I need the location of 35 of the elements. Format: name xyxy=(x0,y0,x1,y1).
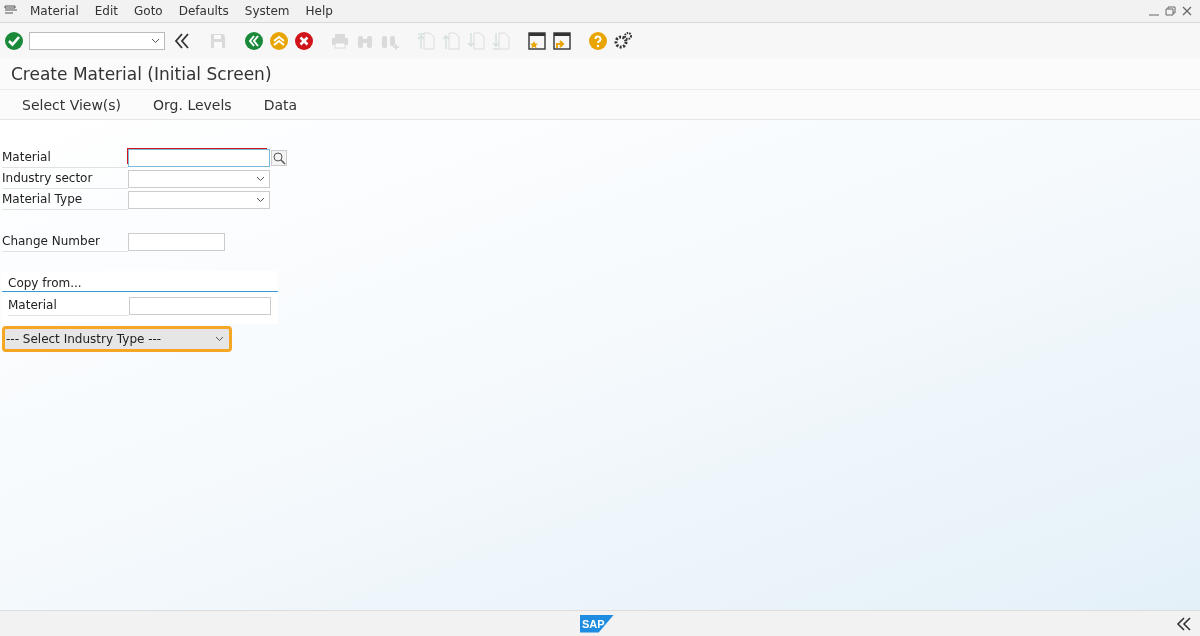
double-chevron-icon[interactable] xyxy=(172,31,192,51)
input-field[interactable] xyxy=(128,232,225,251)
chevron-down-icon xyxy=(256,175,265,182)
toolbar-button[interactable]: Org. Levels xyxy=(141,96,244,113)
menu-item[interactable]: System xyxy=(236,4,298,18)
dropdown-field[interactable] xyxy=(128,190,270,209)
group-title: Copy from... xyxy=(2,275,278,292)
toolbar-button[interactable]: Data xyxy=(251,96,310,113)
input-field[interactable] xyxy=(128,148,270,167)
checkmark-icon[interactable] xyxy=(4,31,24,51)
command-field[interactable] xyxy=(29,32,165,50)
close-icon[interactable] xyxy=(1182,6,1192,16)
up-chevron-icon[interactable] xyxy=(269,31,289,51)
industry-dropdown[interactable]: --- Select Industry Type --- xyxy=(2,326,232,352)
dropdown-field[interactable] xyxy=(128,169,270,188)
toolbar-button[interactable]: Select View(s) xyxy=(10,96,134,113)
chevron-down-icon xyxy=(151,38,160,44)
screen-title: Create Material (Initial Screen) xyxy=(11,64,272,84)
input-field[interactable] xyxy=(129,296,271,315)
menu-item[interactable]: Goto xyxy=(126,4,171,18)
menu-item[interactable]: Edit xyxy=(86,4,126,18)
double-chevron-icon[interactable] xyxy=(1176,616,1192,631)
menu-item[interactable]: Defaults xyxy=(170,4,237,18)
search-icon[interactable] xyxy=(271,149,287,166)
help-icon[interactable] xyxy=(588,31,608,51)
menu-icon[interactable] xyxy=(4,5,18,17)
chevron-down-icon xyxy=(256,196,265,203)
chevron-down-icon xyxy=(215,336,224,342)
menu-item[interactable]: Material xyxy=(22,4,87,18)
cancel-icon[interactable] xyxy=(294,31,314,51)
back-icon[interactable] xyxy=(244,31,264,51)
restore-icon[interactable] xyxy=(1165,6,1176,16)
settings-icon[interactable] xyxy=(613,31,633,51)
sap-logo: SAP xyxy=(580,614,614,633)
menu-item[interactable]: Help xyxy=(297,4,341,18)
